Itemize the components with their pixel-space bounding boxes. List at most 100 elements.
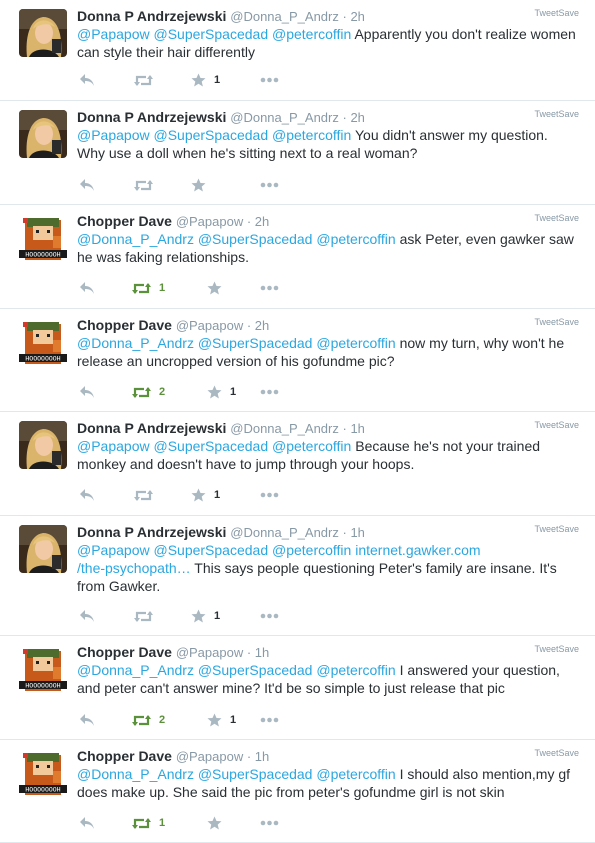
- url-link[interactable]: internet.gawker.com: [355, 542, 480, 558]
- timestamp[interactable]: 1h: [255, 749, 269, 764]
- reply-button[interactable]: [79, 72, 95, 88]
- mention-link[interactable]: @Papapow: [77, 26, 150, 42]
- avatar[interactable]: [19, 9, 67, 57]
- mention-link[interactable]: @Donna_P_Andrz: [77, 231, 194, 247]
- favorite-button[interactable]: 1: [191, 487, 220, 503]
- author-handle[interactable]: @Papapow: [176, 749, 243, 764]
- mention-link[interactable]: @SuperSpacedad: [153, 127, 268, 143]
- retweet-button[interactable]: 1: [132, 815, 165, 831]
- author-handle[interactable]: @Papapow: [176, 214, 243, 229]
- reply-button[interactable]: [79, 815, 95, 831]
- mention-link[interactable]: @petercoffin: [272, 127, 351, 143]
- mention-link[interactable]: @SuperSpacedad: [153, 542, 268, 558]
- more-options-button[interactable]: [260, 177, 279, 193]
- tweetsave-label[interactable]: TweetSave: [534, 420, 579, 430]
- mention-link[interactable]: @petercoffin: [272, 542, 351, 558]
- mention-link[interactable]: @SuperSpacedad: [153, 438, 268, 454]
- mention-link[interactable]: @Donna_P_Andrz: [77, 335, 194, 351]
- mention-link[interactable]: @petercoffin: [316, 335, 395, 351]
- reply-button[interactable]: [79, 177, 95, 193]
- retweet-button[interactable]: [134, 72, 153, 88]
- author-name[interactable]: Donna P Andrzejewski: [77, 524, 226, 540]
- mention-link[interactable]: @SuperSpacedad: [198, 662, 313, 678]
- mention-link[interactable]: @SuperSpacedad: [198, 335, 313, 351]
- mention-link[interactable]: @SuperSpacedad: [153, 26, 268, 42]
- timestamp[interactable]: 1h: [350, 421, 364, 436]
- mention-link[interactable]: @SuperSpacedad: [198, 231, 313, 247]
- mention-link[interactable]: @Papapow: [77, 438, 150, 454]
- favorite-button[interactable]: 1: [191, 72, 220, 88]
- author-name[interactable]: Chopper Dave: [77, 317, 172, 333]
- mention-link[interactable]: @petercoffin: [316, 766, 395, 782]
- author-name[interactable]: Chopper Dave: [77, 644, 172, 660]
- url-link[interactable]: /the-psychopath…: [77, 560, 191, 576]
- retweet-button[interactable]: [134, 487, 153, 503]
- reply-icon: [80, 179, 94, 191]
- tweetsave-label[interactable]: TweetSave: [534, 524, 579, 534]
- avatar[interactable]: HOOOOOOOH: [19, 645, 67, 693]
- author-handle[interactable]: @Papapow: [176, 645, 243, 660]
- avatar[interactable]: HOOOOOOOH: [19, 214, 67, 262]
- tweetsave-label[interactable]: TweetSave: [534, 8, 579, 18]
- reply-button[interactable]: [79, 280, 95, 296]
- timestamp[interactable]: 2h: [255, 214, 269, 229]
- more-options-button[interactable]: [260, 280, 279, 296]
- reply-button[interactable]: [79, 384, 95, 400]
- more-options-button[interactable]: [260, 72, 279, 88]
- author-handle[interactable]: @Papapow: [176, 318, 243, 333]
- favorite-button[interactable]: 1: [207, 712, 236, 728]
- timestamp[interactable]: 1h: [350, 525, 364, 540]
- mention-link[interactable]: @Donna_P_Andrz: [77, 766, 194, 782]
- favorite-button[interactable]: [207, 815, 222, 831]
- author-handle[interactable]: @Donna_P_Andrz: [230, 525, 339, 540]
- tweetsave-label[interactable]: TweetSave: [534, 213, 579, 223]
- mention-link[interactable]: @Donna_P_Andrz: [77, 662, 194, 678]
- avatar[interactable]: [19, 110, 67, 158]
- reply-button[interactable]: [79, 712, 95, 728]
- favorite-button[interactable]: 1: [207, 384, 236, 400]
- more-options-button[interactable]: [260, 815, 279, 831]
- mention-link[interactable]: @petercoffin: [272, 438, 351, 454]
- timestamp[interactable]: 2h: [350, 110, 364, 125]
- mention-link[interactable]: @petercoffin: [316, 231, 395, 247]
- tweetsave-label[interactable]: TweetSave: [534, 109, 579, 119]
- retweet-button[interactable]: 2: [132, 712, 165, 728]
- tweetsave-label[interactable]: TweetSave: [534, 644, 579, 654]
- author-name[interactable]: Chopper Dave: [77, 213, 172, 229]
- mention-link[interactable]: @petercoffin: [316, 662, 395, 678]
- retweet-button[interactable]: 2: [132, 384, 165, 400]
- favorite-button[interactable]: 1: [191, 608, 220, 624]
- author-name[interactable]: Donna P Andrzejewski: [77, 109, 226, 125]
- retweet-button[interactable]: [134, 608, 153, 624]
- favorite-button[interactable]: [191, 177, 206, 193]
- author-name[interactable]: Chopper Dave: [77, 748, 172, 764]
- author-handle[interactable]: @Donna_P_Andrz: [230, 110, 339, 125]
- tweetsave-label[interactable]: TweetSave: [534, 317, 579, 327]
- more-options-button[interactable]: [260, 712, 279, 728]
- more-options-button[interactable]: [260, 487, 279, 503]
- mention-link[interactable]: @SuperSpacedad: [198, 766, 313, 782]
- more-options-button[interactable]: [260, 608, 279, 624]
- avatar[interactable]: HOOOOOOOH: [19, 318, 67, 366]
- avatar[interactable]: HOOOOOOOH: [19, 749, 67, 797]
- tweet-text: @Papapow @SuperSpacedad @petercoffin Bec…: [77, 437, 577, 473]
- timestamp[interactable]: 2h: [350, 9, 364, 24]
- author-handle[interactable]: @Donna_P_Andrz: [230, 421, 339, 436]
- retweet-button[interactable]: [134, 177, 153, 193]
- mention-link[interactable]: @petercoffin: [272, 26, 351, 42]
- mention-link[interactable]: @Papapow: [77, 127, 150, 143]
- tweetsave-label[interactable]: TweetSave: [534, 748, 579, 758]
- reply-button[interactable]: [79, 487, 95, 503]
- more-options-button[interactable]: [260, 384, 279, 400]
- author-handle[interactable]: @Donna_P_Andrz: [230, 9, 339, 24]
- timestamp[interactable]: 1h: [255, 645, 269, 660]
- author-name[interactable]: Donna P Andrzejewski: [77, 420, 226, 436]
- favorite-button[interactable]: [207, 280, 222, 296]
- avatar[interactable]: [19, 421, 67, 469]
- reply-button[interactable]: [79, 608, 95, 624]
- avatar[interactable]: [19, 525, 67, 573]
- timestamp[interactable]: 2h: [255, 318, 269, 333]
- mention-link[interactable]: @Papapow: [77, 542, 150, 558]
- retweet-button[interactable]: 1: [132, 280, 165, 296]
- author-name[interactable]: Donna P Andrzejewski: [77, 8, 226, 24]
